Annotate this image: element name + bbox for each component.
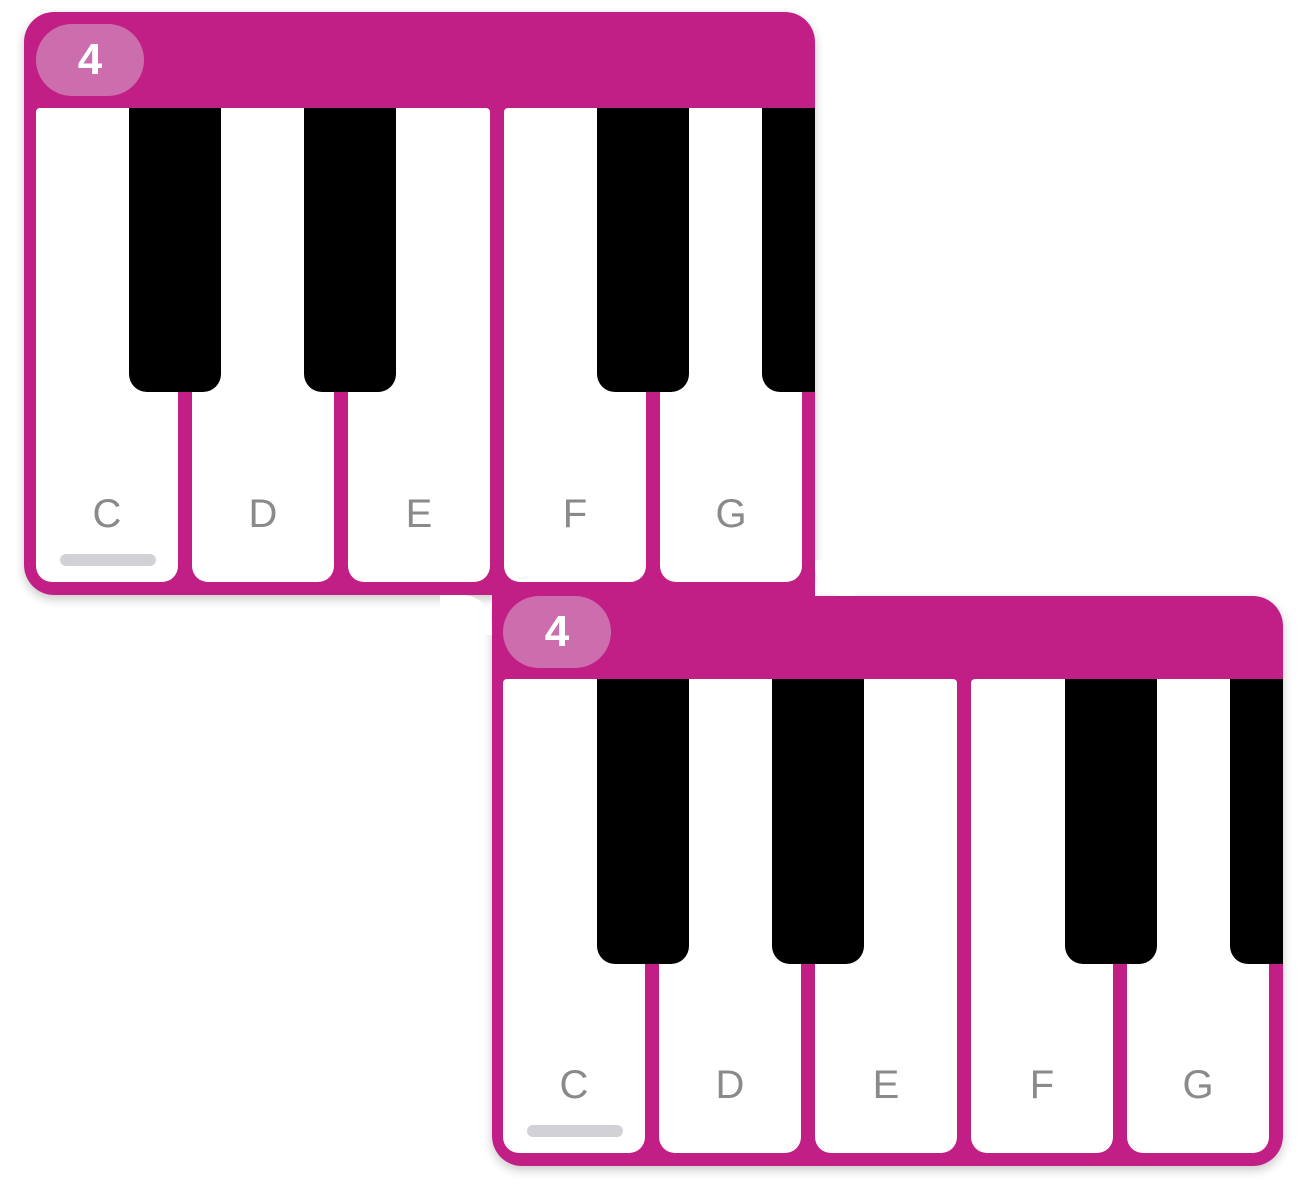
black-key-g-sharp[interactable]	[762, 108, 815, 392]
octave-badge[interactable]: 4	[503, 596, 611, 668]
note-label: D	[715, 1063, 745, 1107]
frame-notch-left	[440, 595, 492, 635]
note-label: F	[1029, 1063, 1055, 1107]
note-label: C	[559, 1063, 589, 1107]
note-label: C	[92, 492, 122, 536]
black-key-g-sharp[interactable]	[1230, 679, 1283, 964]
note-label: G	[1182, 1063, 1214, 1107]
note-label: F	[562, 492, 588, 536]
note-label: D	[248, 492, 278, 536]
note-label: G	[715, 492, 747, 536]
black-key-c-sharp[interactable]	[597, 679, 689, 964]
black-key-d-sharp[interactable]	[304, 108, 396, 392]
octave-badge[interactable]: 4	[36, 24, 144, 96]
black-key-c-sharp[interactable]	[129, 108, 221, 392]
frame-notch-right	[815, 560, 855, 596]
black-key-f-sharp[interactable]	[1065, 679, 1157, 964]
key-indicator	[527, 1125, 623, 1137]
black-key-d-sharp[interactable]	[772, 679, 864, 964]
key-indicator	[60, 554, 156, 566]
black-key-f-sharp[interactable]	[597, 108, 689, 392]
note-label: E	[872, 1063, 900, 1107]
note-label: E	[405, 492, 433, 536]
